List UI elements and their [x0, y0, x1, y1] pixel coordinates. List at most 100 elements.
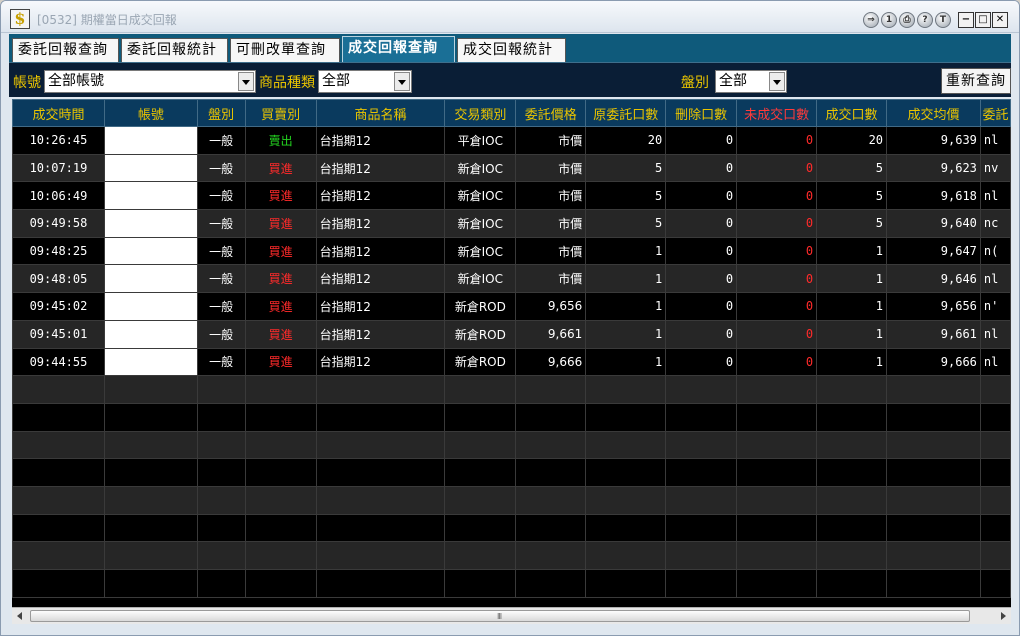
table-cell [585, 375, 667, 404]
col-avg-price[interactable]: 成交均價 [886, 99, 981, 127]
trade-report-window: $ [0532] 期權當日成交回報 ⇒ 1 ⎙ ? T − □ ✕ 委託回報查詢… [0, 0, 1020, 636]
table-row[interactable]: 09:48:05 一般 買進 台指期12 新倉IOC 市價 1 0 0 1 9,646 nl [12, 264, 1011, 294]
requery-button[interactable]: 重新查詢 [941, 68, 1011, 94]
col-order-price[interactable]: 委託價格 [515, 99, 587, 127]
col-product-name[interactable]: 商品名稱 [315, 99, 446, 127]
col-order-more[interactable]: 委託 [979, 99, 1011, 127]
table-cell [196, 541, 246, 570]
table-cell [665, 569, 738, 598]
col-account[interactable]: 帳號 [103, 99, 198, 127]
table-cell [736, 513, 818, 543]
empty-table-row[interactable] [12, 513, 1011, 543]
col-cancelled-qty[interactable]: 刪除口數 [665, 99, 738, 127]
empty-table-row[interactable] [12, 430, 1011, 460]
table-row[interactable]: 09:44:55 一般 買進 台指期12 新倉ROD 9,666 1 0 0 1 9,666 nl [12, 347, 1011, 377]
info-icon[interactable]: 1 [881, 12, 897, 28]
table-cell: 10:26:45 [12, 126, 105, 155]
table-cell: 市價 [515, 264, 587, 294]
table-cell [816, 541, 888, 570]
tab-order-report-stats[interactable]: 委託回報統計 [121, 38, 228, 62]
table-cell [196, 569, 246, 598]
table-cell: 買進 [244, 347, 317, 377]
print-icon[interactable]: ⎙ [899, 12, 915, 28]
col-session[interactable]: 盤別 [196, 99, 246, 127]
title-tools: ⇒ 1 ⎙ ? T [863, 12, 951, 28]
chevron-down-icon[interactable] [769, 72, 785, 91]
table-cell [244, 458, 317, 487]
table-cell: 0 [665, 181, 738, 211]
table-cell: 新倉ROD [444, 319, 517, 349]
scrollbar-thumb[interactable]: III [30, 610, 970, 622]
table-cell [585, 430, 667, 460]
table-cell: nl [979, 181, 1011, 211]
table-cell [244, 485, 317, 515]
empty-table-row[interactable] [12, 569, 1011, 598]
tab-trade-report-query[interactable]: 成交回報查詢 [342, 36, 455, 62]
table-cell [103, 541, 198, 570]
table-cell [196, 402, 246, 432]
col-side[interactable]: 買賣別 [244, 99, 317, 127]
table-row[interactable]: 09:49:58 一般 買進 台指期12 新倉IOC 市價 5 0 0 5 9,640 nc [12, 209, 1011, 238]
maximize-icon[interactable]: □ [975, 12, 991, 28]
table-row[interactable]: 09:45:01 一般 買進 台指期12 新倉ROD 9,661 1 0 0 1 9,661 nl [12, 319, 1011, 349]
product-type-select[interactable]: 全部 [318, 70, 412, 93]
table-row[interactable]: 10:26:45 一般 賣出 台指期12 平倉IOC 市價 20 0 0 20 9,639 nl [12, 126, 1011, 155]
minimize-icon[interactable]: − [958, 12, 974, 28]
table-cell [665, 485, 738, 515]
tab-trade-report-stats[interactable]: 成交回報統計 [457, 38, 566, 62]
help-icon[interactable]: ? [917, 12, 933, 28]
table-cell: nl [979, 319, 1011, 349]
trade-report-grid[interactable]: 成交時間 帳號 盤別 買賣別 商品名稱 交易類別 委託價格 原委託口數 刪除口數… [12, 99, 1011, 607]
table-cell: 9,640 [886, 209, 981, 238]
table-cell [979, 430, 1011, 460]
scroll-right-icon[interactable] [996, 610, 1008, 622]
account-select[interactable]: 全部帳號 [44, 70, 256, 93]
empty-table-row[interactable] [12, 375, 1011, 404]
horizontal-scrollbar[interactable]: III [12, 607, 1011, 624]
title-bar[interactable]: $ [0532] 期權當日成交回報 ⇒ 1 ⎙ ? T − □ ✕ [1, 1, 1019, 33]
table-cell [979, 541, 1011, 570]
table-cell [886, 402, 981, 432]
table-cell: 1 [585, 347, 667, 377]
table-cell [736, 541, 818, 570]
close-icon[interactable]: ✕ [992, 12, 1008, 28]
table-cell: 09:45:02 [12, 292, 105, 321]
table-cell: 09:48:05 [12, 264, 105, 294]
tools-icon[interactable]: T [935, 12, 951, 28]
table-cell [444, 402, 517, 432]
scroll-left-icon[interactable] [15, 610, 27, 622]
table-cell: nv [979, 153, 1011, 183]
table-row[interactable]: 09:48:25 一般 買進 台指期12 新倉IOC 市價 1 0 0 1 9,647 n( [12, 236, 1011, 266]
empty-table-row[interactable] [12, 402, 1011, 432]
col-unfilled-qty[interactable]: 未成交口數 [736, 99, 818, 127]
col-trade-type[interactable]: 交易類別 [444, 99, 517, 127]
table-cell: 5 [816, 181, 888, 211]
col-trade-time[interactable]: 成交時間 [12, 99, 105, 127]
table-cell [886, 569, 981, 598]
chevron-down-icon[interactable] [394, 72, 410, 91]
table-cell: 09:45:01 [12, 319, 105, 349]
table-cell [244, 402, 317, 432]
chevron-down-icon[interactable] [238, 72, 254, 91]
table-cell [816, 375, 888, 404]
back-icon[interactable]: ⇒ [863, 12, 879, 28]
table-row[interactable]: 10:06:49 一般 買進 台指期12 新倉IOC 市價 5 0 0 5 9,618 nl [12, 181, 1011, 211]
table-cell [444, 430, 517, 460]
col-filled-qty[interactable]: 成交口數 [816, 99, 888, 127]
table-cell: 5 [816, 153, 888, 183]
empty-table-row[interactable] [12, 485, 1011, 515]
session-select[interactable]: 全部 [715, 70, 787, 93]
empty-table-row[interactable] [12, 458, 1011, 487]
table-row[interactable]: 09:45:02 一般 買進 台指期12 新倉ROD 9,656 1 0 0 1 9,656 n' [12, 292, 1011, 321]
tab-order-report-query[interactable]: 委託回報查詢 [12, 38, 119, 62]
table-cell: 0 [665, 347, 738, 377]
table-cell: 0 [736, 292, 818, 321]
empty-table-row[interactable] [12, 541, 1011, 570]
table-cell: 台指期12 [315, 264, 446, 294]
table-row[interactable]: 10:07:19 一般 買進 台指期12 新倉IOC 市價 5 0 0 5 9,623 nv [12, 153, 1011, 183]
table-cell: 市價 [515, 153, 587, 183]
tab-cancel-modify-query[interactable]: 可刪改單查詢 [230, 38, 340, 62]
col-original-qty[interactable]: 原委託口數 [585, 99, 667, 127]
table-cell: 一般 [196, 292, 246, 321]
table-cell: 賣出 [244, 126, 317, 155]
